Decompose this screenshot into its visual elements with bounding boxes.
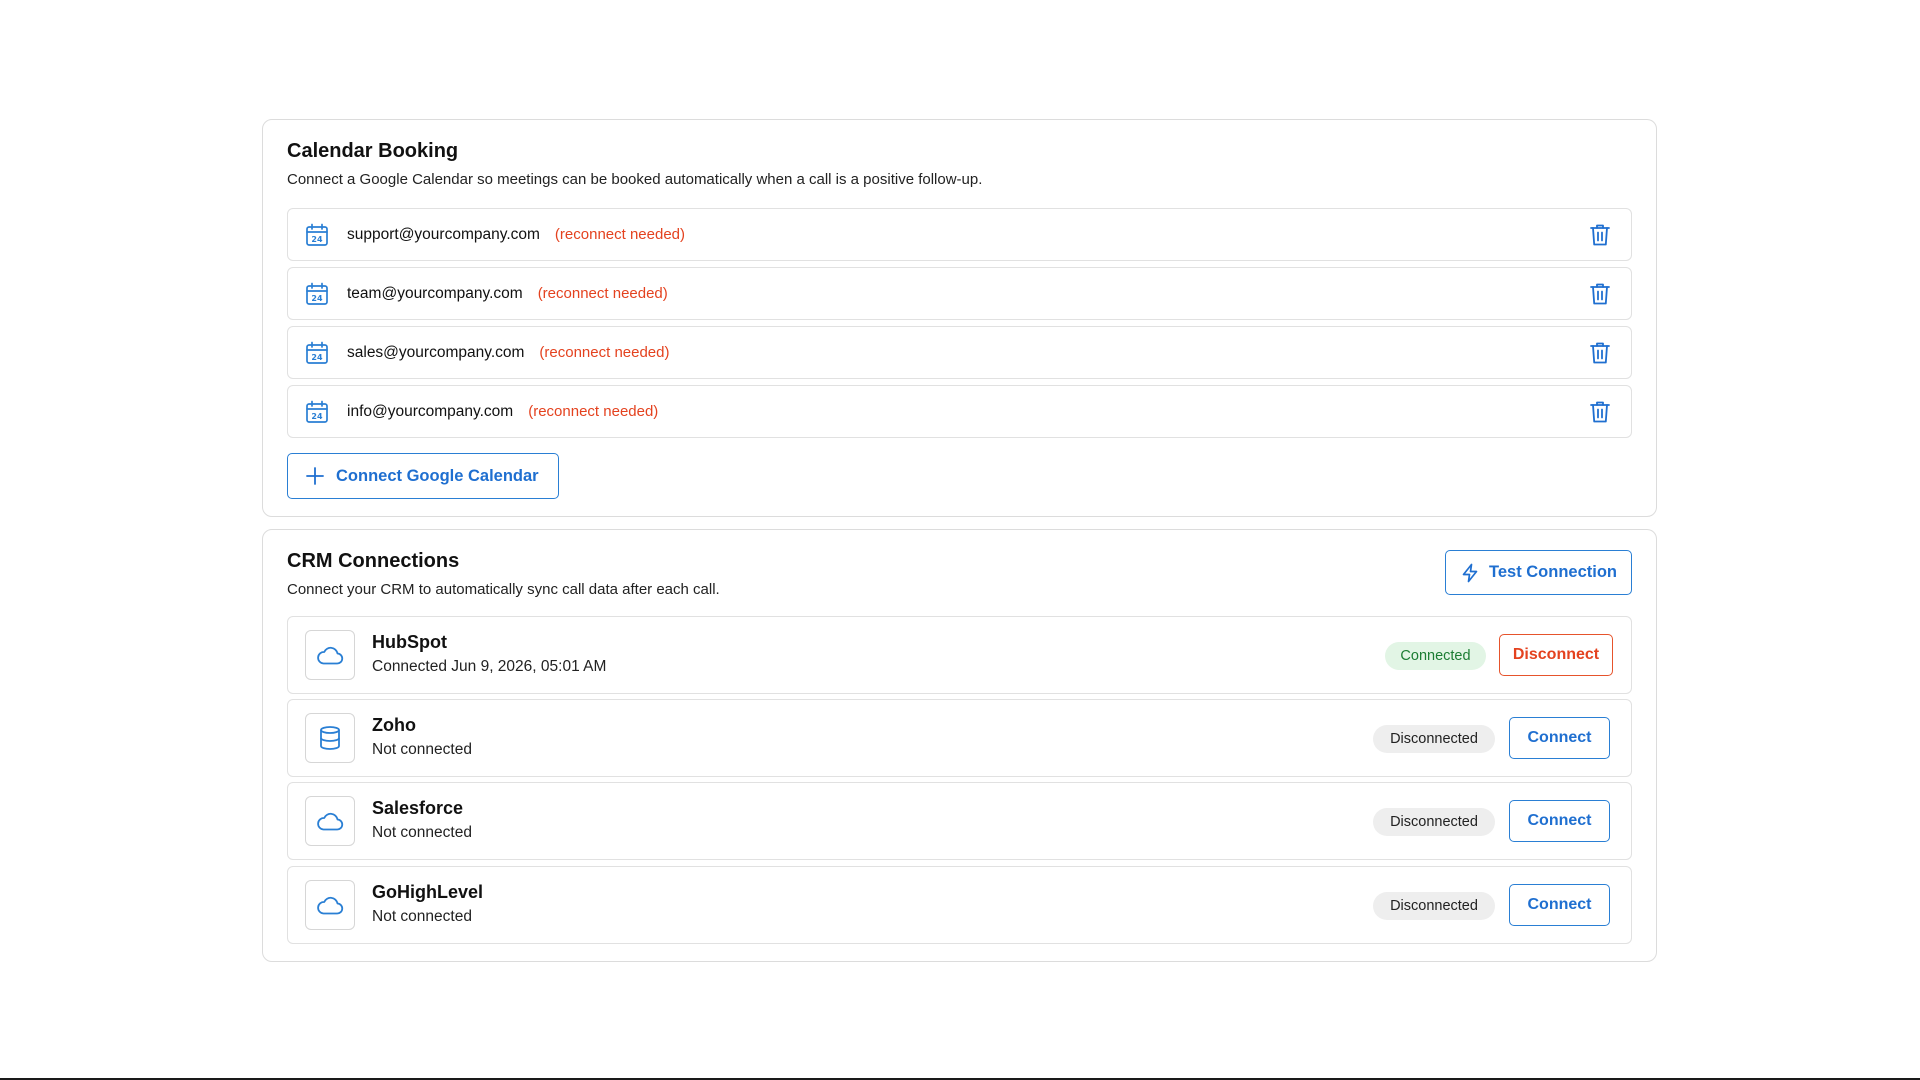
crm-connection-detail: Not connected [372, 741, 472, 758]
crm-connections-panel: CRM Connections Connect your CRM to auto… [262, 529, 1657, 962]
calendar-icon: 24 [304, 399, 330, 425]
reconnect-needed-status: (reconnect needed) [539, 344, 670, 361]
calendar-account-row: 24 team@yourcompany.com (reconnect neede… [287, 267, 1632, 320]
calendar-booking-description: Connect a Google Calendar so meetings ca… [287, 171, 983, 188]
connect-google-calendar-label: Connect Google Calendar [336, 466, 539, 485]
calendar-account-email: info@yourcompany.com [347, 402, 514, 420]
trash-icon[interactable] [1587, 222, 1613, 248]
connect-button[interactable]: Connect [1509, 800, 1610, 842]
crm-name: GoHighLevel [372, 882, 484, 902]
reconnect-needed-status: (reconnect needed) [554, 226, 686, 243]
status-badge: Disconnected [1373, 808, 1495, 836]
crm-name: Zoho [372, 715, 416, 735]
crm-connections-description: Connect your CRM to automatically sync c… [287, 581, 720, 598]
crm-connection-detail: Not connected [372, 908, 472, 925]
trash-icon[interactable] [1587, 281, 1613, 307]
crm-row-zoho: Zoho Not connected Disconnected Connect [287, 699, 1632, 777]
cloud-icon [305, 880, 355, 930]
cloud-icon [305, 630, 355, 680]
test-connection-button[interactable]: Test Connection [1445, 550, 1632, 595]
status-badge: Disconnected [1373, 725, 1495, 753]
crm-connections-title: CRM Connections [287, 550, 460, 572]
calendar-account-email: support@yourcompany.com [347, 225, 540, 243]
svg-text:24: 24 [311, 412, 323, 421]
reconnect-needed-status: (reconnect needed) [528, 403, 659, 420]
plus-icon [305, 466, 325, 486]
status-badge: Disconnected [1373, 892, 1495, 920]
connect-google-calendar-button[interactable]: Connect Google Calendar [287, 453, 559, 499]
test-connection-label: Test Connection [1488, 563, 1618, 581]
crm-row-gohighlevel: GoHighLevel Not connected Disconnected C… [287, 866, 1632, 944]
connect-button[interactable]: Connect [1509, 884, 1610, 926]
calendar-account-email: sales@yourcompany.com [347, 343, 525, 361]
reconnect-needed-status: (reconnect needed) [537, 285, 668, 302]
calendar-icon: 24 [304, 222, 330, 248]
calendar-account-email: team@yourcompany.com [347, 284, 523, 302]
status-badge: Connected [1385, 642, 1486, 670]
disconnect-button[interactable]: Disconnect [1499, 634, 1613, 676]
database-icon [305, 713, 355, 763]
trash-icon[interactable] [1587, 399, 1613, 425]
crm-row-hubspot: HubSpot Connected Jun 9, 2026, 05:01 AM … [287, 616, 1632, 694]
crm-name: Salesforce [372, 798, 464, 818]
calendar-icon: 24 [304, 281, 330, 307]
crm-connection-detail: Connected Jun 9, 2026, 05:01 AM [372, 658, 607, 675]
calendar-booking-title: Calendar Booking [287, 140, 459, 162]
calendar-account-row: 24 support@yourcompany.com (reconnect ne… [287, 208, 1632, 261]
bolt-icon [1460, 563, 1480, 583]
svg-text:24: 24 [311, 294, 323, 303]
svg-text:24: 24 [311, 353, 323, 362]
svg-text:24: 24 [311, 235, 323, 244]
calendar-booking-panel: Calendar Booking Connect a Google Calend… [262, 119, 1657, 517]
trash-icon[interactable] [1587, 340, 1613, 366]
calendar-account-row: 24 info@yourcompany.com (reconnect neede… [287, 385, 1632, 438]
cloud-icon [305, 796, 355, 846]
crm-row-salesforce: Salesforce Not connected Disconnected Co… [287, 782, 1632, 860]
calendar-account-row: 24 sales@yourcompany.com (reconnect need… [287, 326, 1632, 379]
connect-button[interactable]: Connect [1509, 717, 1610, 759]
crm-connection-detail: Not connected [372, 824, 472, 841]
crm-name: HubSpot [372, 632, 447, 652]
calendar-icon: 24 [304, 340, 330, 366]
